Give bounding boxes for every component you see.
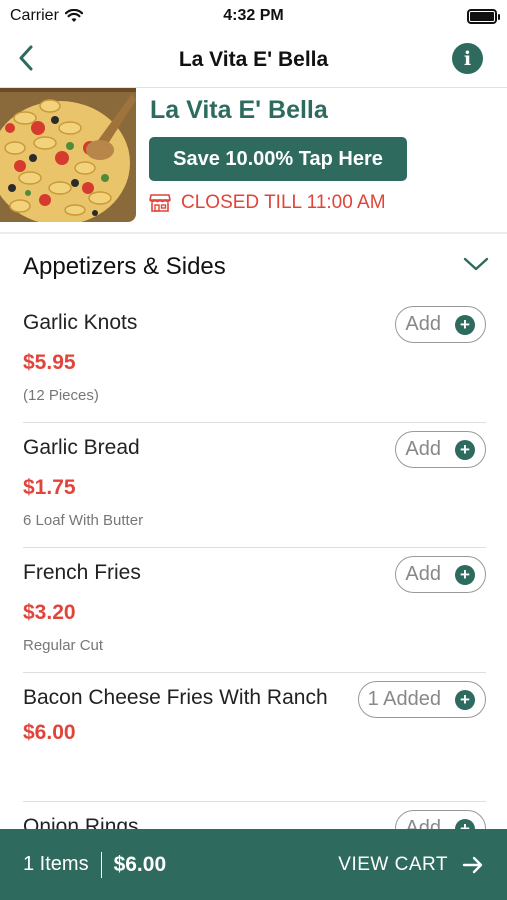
add-button[interactable]: Add + (395, 431, 486, 468)
plus-icon: + (455, 439, 475, 460)
item-price: $1.75 (23, 476, 76, 499)
restaurant-photo (0, 88, 136, 222)
view-cart-button[interactable]: VIEW CART (338, 854, 484, 876)
item-price: $5.95 (23, 351, 76, 374)
item-description: (12 Pieces) (23, 387, 99, 404)
added-button[interactable]: 1 Added + (357, 681, 486, 718)
add-button-label: Add (405, 438, 441, 460)
cart-bar[interactable]: 1 Items $6.00 VIEW CART (0, 829, 507, 900)
closed-status: CLOSED TILL 11:00 AM (149, 192, 386, 214)
menu-item[interactable]: French Fries $3.20 Regular Cut Add + (23, 548, 486, 673)
carrier-label: Carrier (10, 7, 59, 24)
menu-item[interactable]: Onion Rings Add + (23, 802, 486, 830)
view-cart-label: VIEW CART (338, 853, 448, 875)
plus-icon: + (455, 314, 475, 335)
add-button[interactable]: Add + (395, 306, 486, 343)
cart-item-count: 1 Items (23, 853, 89, 875)
cart-total: $6.00 (113, 852, 167, 876)
item-price: $6.00 (23, 721, 76, 744)
menu-item[interactable]: Garlic Knots $5.95 (12 Pieces) Add + (23, 298, 486, 423)
storefront-icon (149, 194, 171, 212)
restaurant-header: La Vita E' Bella Save 10.00% Tap Here CL… (0, 88, 507, 234)
info-icon: i (463, 47, 472, 70)
battery-icon (467, 8, 500, 24)
nav-bar: La Vita E' Bella i (0, 32, 507, 88)
cart-divider (100, 851, 102, 878)
plus-icon: + (455, 564, 475, 585)
add-button-label: 1 Added (367, 688, 441, 710)
add-button[interactable]: Add + (395, 556, 486, 593)
save-discount-button[interactable]: Save 10.00% Tap Here (149, 137, 407, 181)
restaurant-name: La Vita E' Bella (150, 96, 328, 124)
add-button-label: Add (405, 313, 441, 335)
section-header-appetizers[interactable]: Appetizers & Sides (0, 236, 507, 298)
add-button-label: Add (405, 563, 441, 585)
arrow-right-icon (462, 856, 483, 873)
item-price: $3.20 (23, 601, 76, 624)
back-button[interactable] (10, 42, 42, 74)
menu-item[interactable]: Garlic Bread $1.75 6 Loaf With Butter Ad… (23, 423, 486, 548)
pasta-salad-image (0, 88, 136, 222)
page-title: La Vita E' Bella (178, 47, 329, 71)
plus-icon: + (455, 689, 475, 710)
closed-label: CLOSED TILL 11:00 AM (181, 192, 386, 213)
add-button[interactable]: Add + (395, 810, 486, 830)
section-title: Appetizers & Sides (23, 253, 226, 280)
info-button[interactable]: i (452, 43, 483, 74)
status-bar: Carrier 4:32 PM (0, 0, 507, 32)
wifi-icon (64, 9, 83, 22)
menu-item[interactable]: Bacon Cheese Fries With Ranch $6.00 1 Ad… (23, 673, 486, 802)
menu-list[interactable]: Appetizers & Sides Garlic Knots $5.95 (1… (0, 236, 507, 830)
chevron-down-icon (463, 257, 489, 271)
item-description: Regular Cut (23, 637, 104, 654)
status-left: Carrier (10, 7, 83, 25)
chevron-left-icon (19, 45, 33, 71)
item-description: 6 Loaf With Butter (23, 512, 144, 529)
